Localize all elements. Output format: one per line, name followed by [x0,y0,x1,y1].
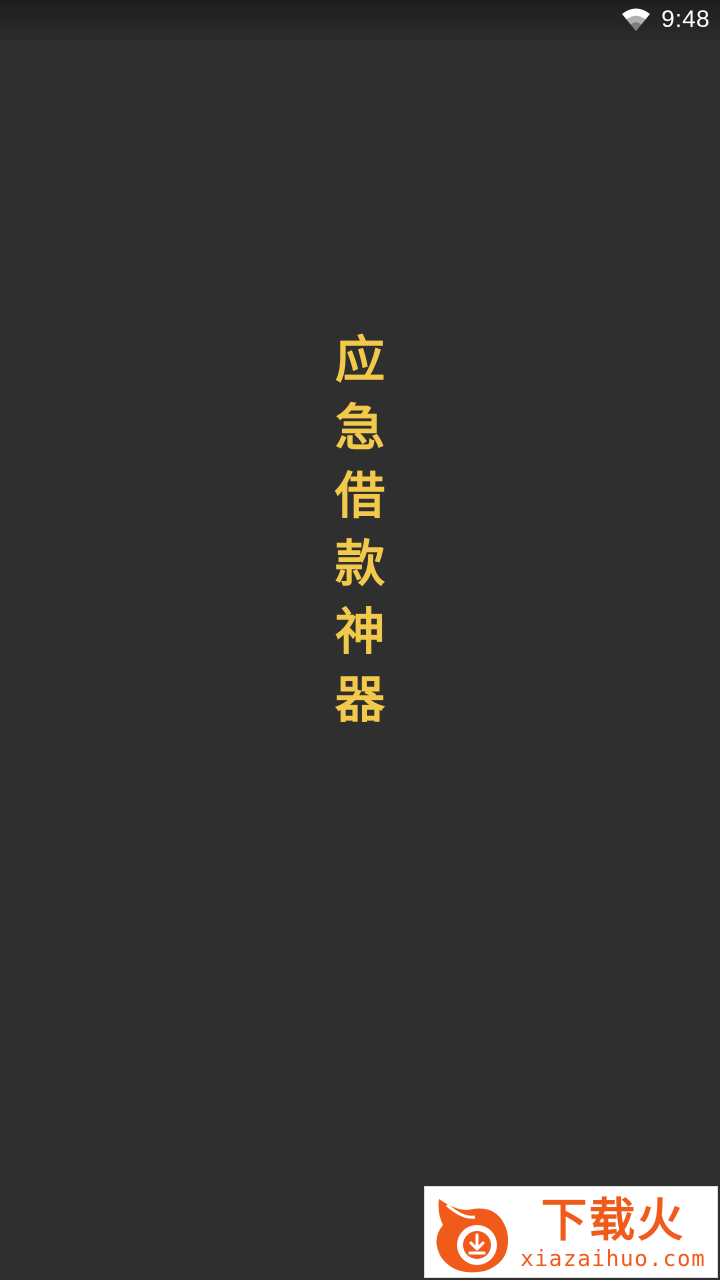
title-char: 神 [335,602,385,661]
status-indicators: 9:48 [621,4,710,36]
watermark-title: 下载火 [541,1193,685,1247]
flame-download-icon [429,1191,513,1275]
splash-screen: 9:48 应 急 借 款 神 器 下载火 xiazaihuo.com [0,0,720,1280]
watermark-url: xiazaihuo.com [520,1247,706,1272]
title-char: 款 [335,534,385,593]
watermark-badge: 下载火 xiazaihuo.com [424,1186,718,1278]
title-char: 急 [335,398,385,457]
app-title-vertical: 应 急 借 款 神 器 [332,326,388,734]
title-char: 器 [335,670,385,729]
wifi-icon [621,8,651,32]
title-char: 借 [335,466,385,525]
status-time: 9:48 [661,6,710,33]
status-bar: 9:48 [0,0,720,40]
title-char: 应 [335,330,385,389]
